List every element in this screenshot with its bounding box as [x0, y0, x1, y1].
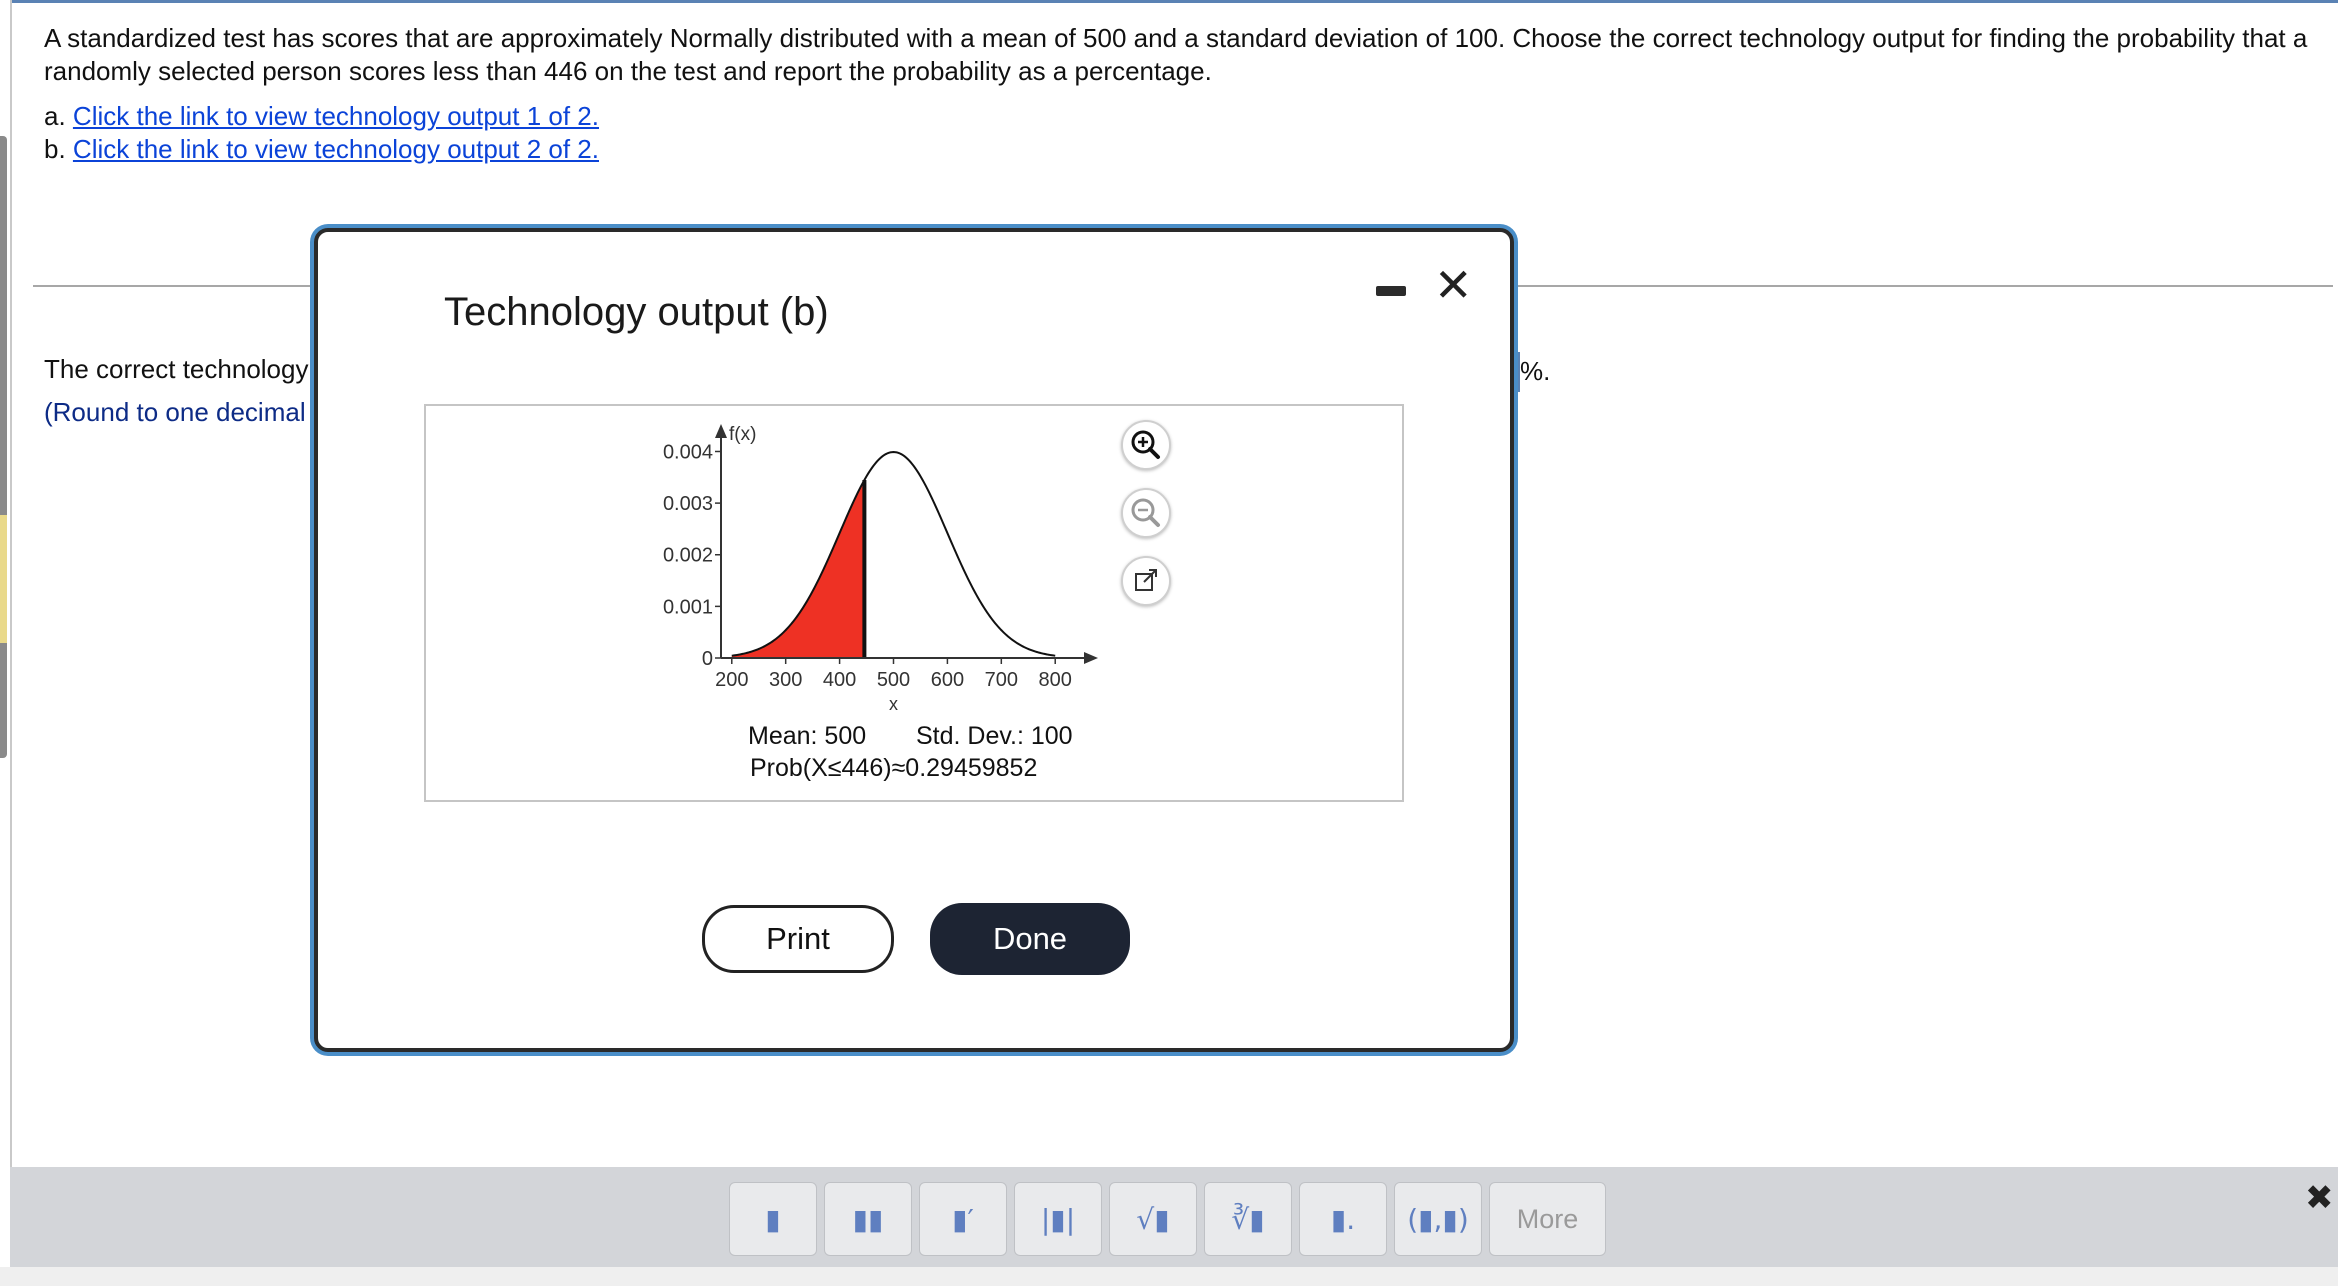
y-tick-label: 0.001 — [663, 596, 713, 618]
close-icon[interactable]: ✕ — [1434, 262, 1473, 308]
technology-output-1-link[interactable]: Click the link to view technology output… — [73, 101, 599, 131]
shaded-area — [731, 479, 865, 658]
x-tick-label: 400 — [823, 669, 856, 691]
choice-b: b. Click the link to view technology out… — [44, 133, 599, 166]
x-tick-label: 300 — [769, 669, 802, 691]
output-panel: 200 300 400 500 600 700 800 0 0.001 0.002 0.003 0.0… — [424, 404, 1404, 802]
y-axis-label: f(x) — [729, 424, 756, 445]
left-scrollbar[interactable] — [0, 136, 7, 758]
absolute-value-icon[interactable]: |▮| — [1014, 1182, 1102, 1256]
done-button[interactable]: Done — [930, 903, 1130, 975]
technology-output-2-link[interactable]: Click the link to view technology output… — [73, 134, 599, 164]
x-axis-label: x — [889, 694, 898, 714]
y-tick-label: 0.004 — [663, 441, 713, 463]
x-axis-arrow — [1084, 652, 1098, 664]
x-tick-label: 800 — [1039, 669, 1072, 691]
answer-prompt: The correct technology — [44, 354, 309, 384]
y-tick-label: 0 — [702, 648, 713, 670]
mixed-number-icon[interactable]: ▮▮ — [824, 1182, 912, 1256]
rounding-note: (Round to one decimal — [44, 397, 306, 427]
choice-b-prefix: b. — [44, 134, 66, 164]
left-scrollbar-highlight — [0, 515, 7, 643]
percent-unit: %. — [1520, 356, 1551, 386]
y-axis-arrow — [715, 424, 727, 438]
normal-distribution-chart: 200 300 400 500 600 700 800 0 0.001 0.002 0.003 0.0… — [663, 424, 1098, 714]
mean-text: Mean: 500 — [748, 722, 867, 750]
fraction-icon[interactable]: ▮ — [729, 1182, 817, 1256]
x-tick-label: 600 — [931, 669, 964, 691]
nth-root-icon[interactable]: ∛▮ — [1204, 1182, 1292, 1256]
x-tick-label: 200 — [715, 669, 748, 691]
zoom-in-icon[interactable] — [1121, 420, 1171, 470]
y-tick-label: 0.002 — [663, 545, 713, 567]
choice-a: a. Click the link to view technology out… — [44, 100, 599, 133]
toolbar-close-icon[interactable]: ✖ — [2305, 1178, 2334, 1218]
y-tick-label: 0.003 — [663, 493, 713, 515]
density-curve — [731, 451, 1056, 657]
modal-title: Technology output (b) — [444, 290, 829, 334]
choice-a-prefix: a. — [44, 101, 66, 131]
toolbar-footer — [0, 1267, 2338, 1286]
sqrt-icon[interactable]: √▮ — [1109, 1182, 1197, 1256]
exponent-icon[interactable]: ▮′ — [919, 1182, 1007, 1256]
popout-icon[interactable] — [1121, 556, 1171, 606]
zoom-out-icon[interactable] — [1121, 488, 1171, 538]
probability-text: Prob(X≤446)≈0.29459852 — [750, 754, 1038, 782]
question-text: A standardized test has scores that are … — [44, 23, 2308, 86]
sd-text: Std. Dev.: 100 — [916, 722, 1073, 750]
minimize-icon[interactable] — [1376, 286, 1406, 296]
x-tick-label: 700 — [985, 669, 1018, 691]
technology-output-modal: Technology output (b) ✕ 200 300 400 500 600 7… — [314, 228, 1514, 1052]
left-rail — [10, 0, 12, 1170]
more-button[interactable]: More — [1489, 1182, 1606, 1256]
page: A standardized test has scores that are … — [0, 0, 2338, 1286]
print-button[interactable]: Print — [702, 905, 894, 973]
decimal-icon[interactable]: ▮. — [1299, 1182, 1387, 1256]
x-tick-label: 500 — [877, 669, 910, 691]
ordered-pair-icon[interactable]: (▮,▮) — [1394, 1182, 1482, 1256]
top-border — [10, 0, 2338, 3]
